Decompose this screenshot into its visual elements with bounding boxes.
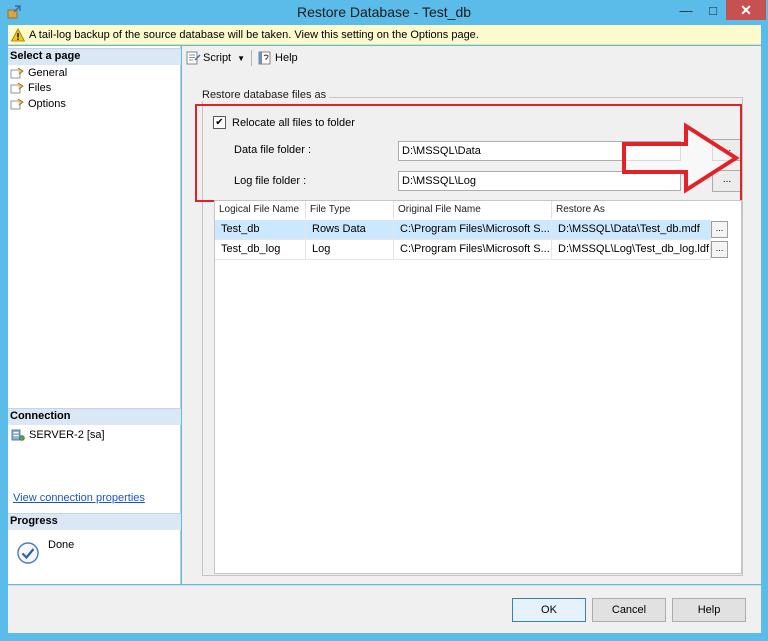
dialog-footer: OK Cancel Help	[8, 585, 761, 633]
help-icon	[258, 51, 271, 65]
files-grid: Logical File Name File Type Original Fil…	[214, 200, 742, 574]
page-options[interactable]: Options	[10, 96, 66, 112]
toolbar-separator	[251, 50, 253, 66]
chevron-down-icon[interactable]: ▼	[237, 54, 245, 63]
script-button[interactable]: Script	[185, 51, 231, 65]
restore-database-window: Restore Database - Test_db — □ ✕ A tail-…	[0, 0, 768, 641]
cell-restore-as[interactable]: D:\MSSQL\Log\Test_db_log.ldf	[552, 240, 711, 260]
cancel-button[interactable]: Cancel	[592, 598, 666, 622]
page-general[interactable]: General	[10, 65, 67, 81]
minimize-button[interactable]: —	[672, 0, 700, 20]
toolbar: Script ▼ Help	[182, 46, 761, 70]
warning-bar: A tail-log backup of the source database…	[8, 25, 761, 45]
maximize-button[interactable]: □	[700, 0, 726, 20]
page-label: Options	[28, 98, 66, 110]
help-button[interactable]: Help	[257, 51, 298, 65]
column-header-restore-as[interactable]: Restore As	[552, 201, 741, 219]
cell-logical[interactable]: Test_db_log	[215, 240, 306, 260]
restore-as-browse-button[interactable]: ...	[711, 221, 728, 238]
page-label: General	[28, 67, 68, 79]
sidebar: Select a page General Files Options Conn…	[8, 46, 181, 584]
restore-files-group-label: Restore database files as	[202, 89, 330, 101]
cell-restore-as[interactable]: D:\MSSQL\Data\Test_db.mdf	[552, 220, 711, 240]
cell-original[interactable]: C:\Program Files\Microsoft S...	[394, 220, 552, 240]
page-label: Files	[28, 82, 52, 94]
cell-type[interactable]: Rows Data	[306, 220, 394, 240]
progress-header: Progress	[8, 513, 181, 530]
column-header-original[interactable]: Original File Name	[394, 201, 552, 219]
page-settings-icon	[10, 67, 24, 79]
select-page-header: Select a page	[8, 48, 181, 65]
connection-server: SERVER-2 [sa]	[11, 428, 105, 442]
grid-header: Logical File Name File Type Original Fil…	[215, 201, 741, 219]
progress-status-label: Done	[48, 539, 75, 551]
ok-button[interactable]: OK	[512, 598, 586, 622]
help-footer-button[interactable]: Help	[672, 598, 746, 622]
table-row[interactable]: Test_db_log Log C:\Program Files\Microso…	[215, 240, 741, 260]
progress-status: Done	[16, 539, 74, 565]
help-label: Help	[275, 52, 298, 64]
server-icon	[11, 429, 25, 441]
restore-as-browse-button[interactable]: ...	[711, 241, 728, 258]
warning-icon	[11, 27, 25, 41]
connection-header: Connection	[8, 408, 181, 425]
cell-original[interactable]: C:\Program Files\Microsoft S...	[394, 240, 552, 260]
warning-text: A tail-log backup of the source database…	[29, 28, 479, 41]
annotation-arrow-icon	[622, 122, 740, 194]
view-connection-properties-link[interactable]: View connection properties	[13, 492, 145, 504]
page-files[interactable]: Files	[10, 80, 51, 96]
table-row[interactable]: Test_db Rows Data C:\Program Files\Micro…	[215, 220, 741, 240]
window-title: Restore Database - Test_db	[296, 4, 472, 20]
script-icon	[186, 51, 201, 65]
title-bar: Restore Database - Test_db — □ ✕	[0, 0, 768, 24]
page-settings-icon	[10, 82, 24, 94]
page-settings-icon	[10, 98, 24, 110]
connection-server-label: SERVER-2 [sa]	[29, 429, 105, 441]
column-header-type[interactable]: File Type	[306, 201, 394, 219]
cell-logical[interactable]: Test_db	[215, 220, 306, 240]
files-page: Script ▼ Help Restore database files as …	[182, 46, 761, 584]
check-done-icon	[17, 542, 39, 564]
column-header-logical[interactable]: Logical File Name	[215, 201, 306, 219]
script-label: Script	[203, 52, 232, 64]
close-button[interactable]: ✕	[726, 0, 766, 20]
cell-type[interactable]: Log	[306, 240, 394, 260]
